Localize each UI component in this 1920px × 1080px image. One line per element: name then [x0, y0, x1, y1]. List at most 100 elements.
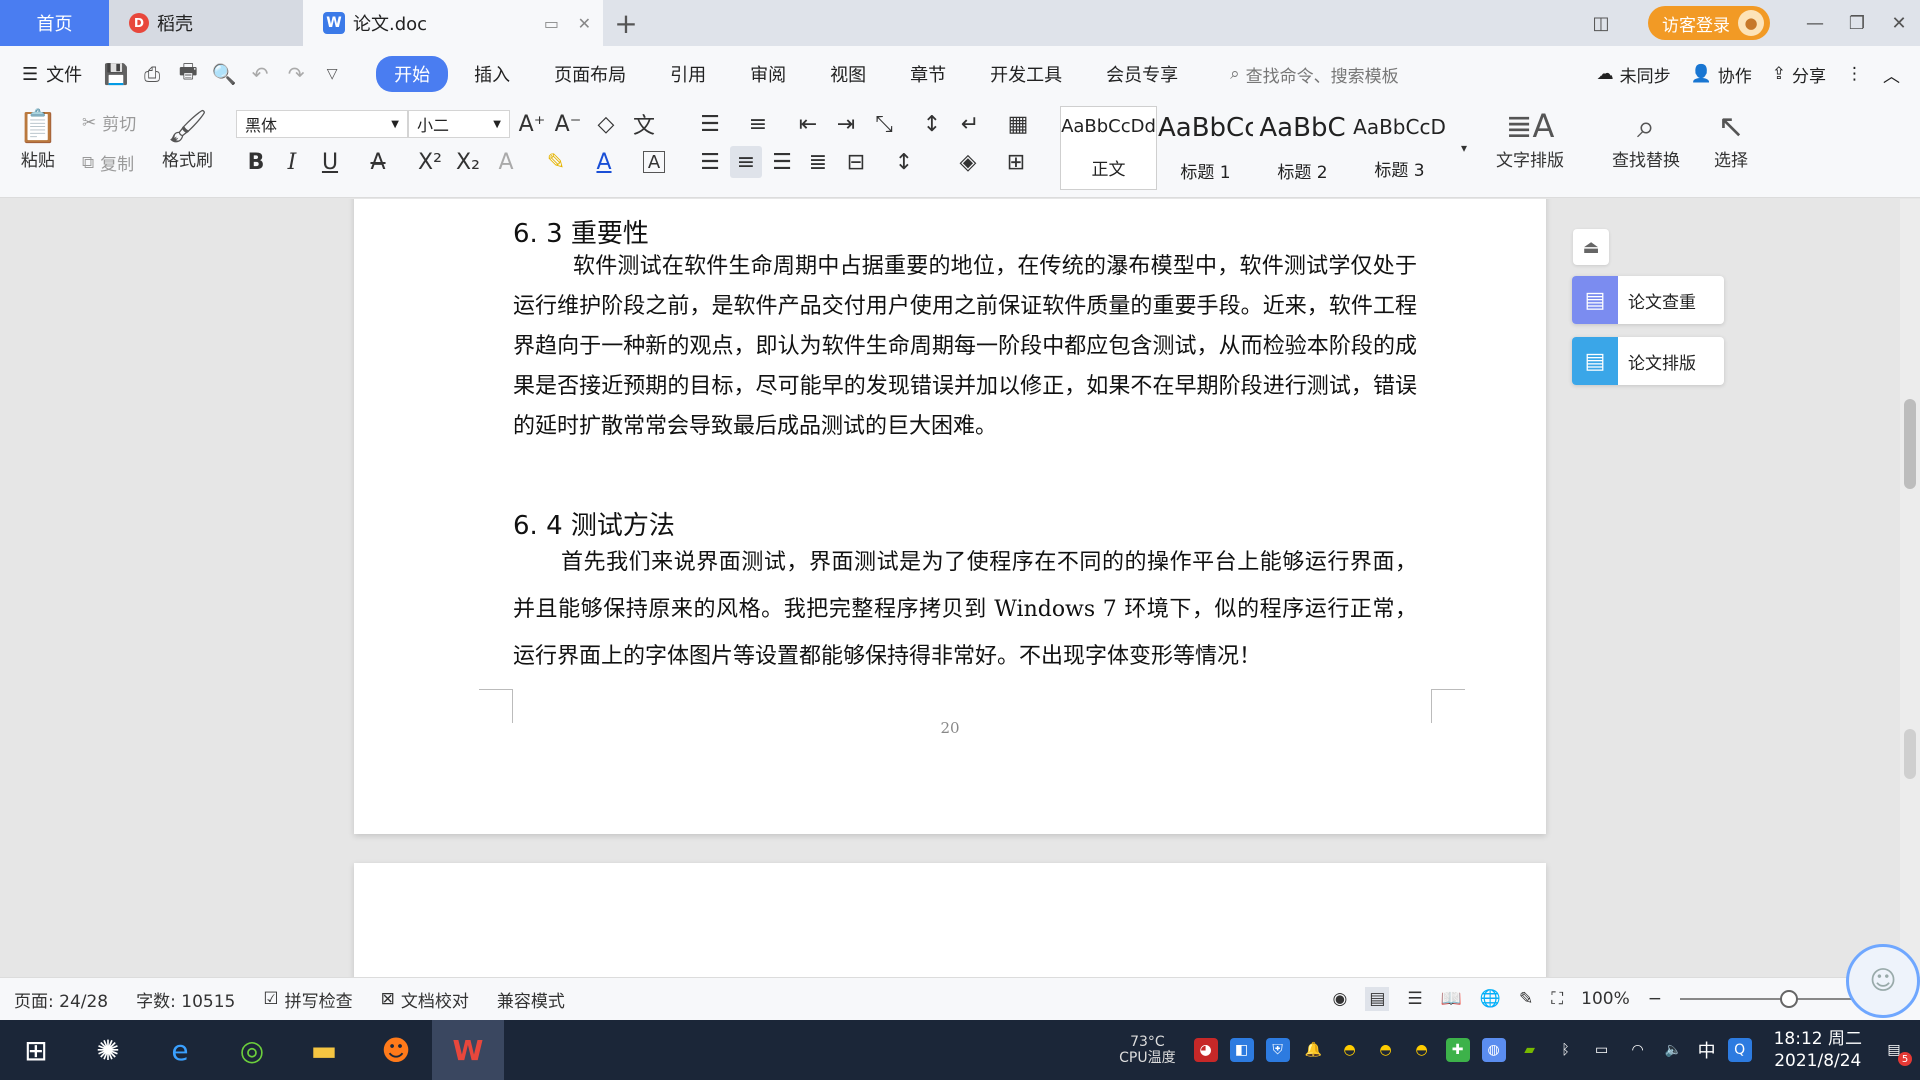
decrease-font-icon[interactable]: A⁻	[552, 108, 584, 140]
clear-format-icon[interactable]: ◇	[590, 108, 622, 140]
align-left-icon[interactable]: ☰	[694, 146, 726, 178]
qq-icon[interactable]: ◓	[1338, 1038, 1362, 1062]
ruler-icon[interactable]: ▦	[1002, 108, 1034, 140]
phonetic-guide-icon[interactable]: 文	[628, 108, 660, 140]
tray-app-icon[interactable]: ◕	[1193, 1038, 1218, 1062]
tab-daoke[interactable]: D 稻壳	[109, 0, 303, 46]
volume-icon[interactable]: 🔈	[1662, 1038, 1686, 1062]
format-painter-button[interactable]: 🖌 格式刷	[162, 106, 213, 171]
zoom-slider-knob[interactable]	[1780, 990, 1798, 1008]
collapse-ribbon-icon[interactable]: ︿	[1883, 62, 1900, 87]
style-heading-3[interactable]: AaBbCcD 标题 3	[1351, 106, 1448, 190]
highlight-icon[interactable]: ✎	[540, 146, 572, 178]
windows-start-icon[interactable]: ⊞	[0, 1020, 72, 1080]
scrollbar-thumb-secondary[interactable]	[1904, 729, 1916, 779]
tab-page-layout[interactable]: 页面布局	[536, 56, 644, 92]
document-area[interactable]: 6. 3 重要性 软件测试在软件生命周期中占据重要的地位，在传统的瀑布模型中，软…	[0, 199, 1900, 977]
underline-icon[interactable]: U	[314, 146, 346, 178]
tab-chapter[interactable]: 章节	[892, 56, 964, 92]
zoom-out-icon[interactable]: −	[1648, 989, 1662, 1009]
tab-home[interactable]: 首页	[0, 0, 109, 46]
undo-icon[interactable]: ↶	[242, 56, 278, 92]
customize-dropdown-icon[interactable]: ▽	[314, 56, 350, 92]
search-app-icon[interactable]: Q	[1727, 1038, 1752, 1062]
ie-browser-icon[interactable]: e	[144, 1020, 216, 1080]
more-icon[interactable]: ⋮	[1846, 64, 1863, 84]
bold-icon[interactable]: B	[240, 146, 272, 178]
vertical-scrollbar[interactable]	[1900, 199, 1920, 977]
show-marks-icon[interactable]: ↵	[954, 108, 986, 140]
visitor-login-button[interactable]: 访客登录 ●	[1648, 6, 1770, 40]
strikethrough-icon[interactable]: A	[362, 146, 394, 178]
paste-button[interactable]: 📋 粘贴	[18, 106, 58, 171]
wifi-icon[interactable]: ◠	[1626, 1038, 1650, 1062]
wps-office-icon[interactable]: W	[432, 1020, 504, 1080]
outdent-icon[interactable]: ⇤	[792, 108, 824, 140]
web-view-icon[interactable]: 🌐	[1480, 989, 1501, 1009]
print-icon[interactable]: 🖶	[170, 56, 206, 92]
outline-view-icon[interactable]: ☰	[1407, 989, 1422, 1009]
subscript-icon[interactable]: X₂	[452, 146, 484, 178]
select-button[interactable]: ↖ 选择	[1714, 106, 1748, 171]
italic-icon[interactable]: I	[276, 146, 308, 178]
save-icon[interactable]: 💾	[98, 56, 134, 92]
print-preview-icon[interactable]: 🔍	[206, 56, 242, 92]
superscript-icon[interactable]: X²	[414, 146, 446, 178]
bullet-list-icon[interactable]: ☰	[694, 108, 726, 140]
tab-view[interactable]: 视图	[812, 56, 884, 92]
tab-member[interactable]: 会员专享	[1088, 56, 1196, 92]
bell-icon[interactable]: 🔔	[1302, 1038, 1326, 1062]
qq-icon[interactable]: ◓	[1374, 1038, 1398, 1062]
align-right-icon[interactable]: ☰	[766, 146, 798, 178]
tab-home-ribbon[interactable]: 开始	[376, 56, 449, 92]
copy-button[interactable]: ⧉ 复制	[82, 150, 134, 176]
text-layout-button[interactable]: ≣A 文字排版	[1496, 106, 1564, 171]
tab-developer[interactable]: 开发工具	[972, 56, 1080, 92]
style-heading-2[interactable]: AaBbC 标题 2	[1254, 106, 1351, 190]
tray-app-icon[interactable]: ◧	[1229, 1038, 1254, 1062]
increase-font-icon[interactable]: A⁺	[516, 108, 548, 140]
numbered-list-icon[interactable]: ≡	[742, 108, 774, 140]
shading-icon[interactable]: ◈	[952, 146, 984, 178]
proofread-button[interactable]: ⊠ 文档校对	[381, 987, 469, 1012]
paper-check-button[interactable]: ▤ 论文查重	[1572, 276, 1724, 324]
minimize-icon[interactable]: —	[1794, 0, 1836, 46]
assistant-avatar-icon[interactable]: ☺	[1846, 944, 1920, 1018]
borders-icon[interactable]: ⊞	[1000, 146, 1032, 178]
restore-icon[interactable]: ❐	[1836, 0, 1878, 46]
reading-view-icon[interactable]: 📖	[1441, 989, 1462, 1009]
cut-button[interactable]: ✂ 剪切	[82, 110, 136, 136]
command-search[interactable]: ⌕ 查找命令、搜索模板	[1230, 62, 1399, 87]
page-indicator[interactable]: 页面: 24/28	[14, 987, 108, 1012]
document-page[interactable]: 6. 3 重要性 软件测试在软件生命周期中占据重要的地位，在传统的瀑布模型中，软…	[354, 199, 1546, 834]
justify-icon[interactable]: ≣	[802, 146, 834, 178]
file-menu[interactable]: ☰ 文件	[22, 61, 82, 87]
font-name-select[interactable]: 黑体 ▼	[236, 110, 408, 138]
zoom-slider[interactable]	[1680, 990, 1860, 1008]
fit-page-icon[interactable]: ⛶	[1551, 989, 1563, 1009]
tab-insert[interactable]: 插入	[456, 56, 528, 92]
collapse-panel-icon[interactable]: ⏏	[1573, 229, 1609, 265]
export-icon[interactable]: ⎙	[134, 56, 170, 92]
ime-indicator[interactable]: 中	[1698, 1037, 1716, 1063]
word-count[interactable]: 字数: 10515	[136, 987, 235, 1012]
reading-mode-icon[interactable]: ◫	[1580, 0, 1622, 46]
paper-format-button[interactable]: ▤ 论文排版	[1572, 337, 1724, 385]
font-color-icon[interactable]: A	[588, 146, 620, 178]
tab-document[interactable]: W 论文.doc ▭ ✕	[303, 0, 603, 46]
notification-center-icon[interactable]: ▤ 5	[1882, 1038, 1912, 1066]
cpu-temperature[interactable]: 73°C CPU温度	[1119, 1034, 1175, 1066]
tab-review[interactable]: 审阅	[732, 56, 804, 92]
clock[interactable]: 18:12 周二 2021/8/24	[1774, 1028, 1862, 1072]
char-border-icon[interactable]: A	[643, 151, 665, 173]
share-button[interactable]: ⇪ 分享	[1772, 62, 1826, 87]
indent-icon[interactable]: ⇥	[830, 108, 862, 140]
line-spacing-icon[interactable]: ↕	[888, 146, 920, 178]
page-view-icon[interactable]: ▤	[1365, 987, 1390, 1011]
bluetooth-icon[interactable]: ᛒ	[1554, 1038, 1578, 1062]
style-more-icon[interactable]: ▾	[1448, 132, 1480, 164]
close-window-icon[interactable]: ✕	[1878, 0, 1920, 46]
align-center-icon[interactable]: ≡	[730, 146, 762, 178]
game-app-icon[interactable]: ☻	[360, 1020, 432, 1080]
browser-360-icon[interactable]: ◎	[216, 1020, 288, 1080]
